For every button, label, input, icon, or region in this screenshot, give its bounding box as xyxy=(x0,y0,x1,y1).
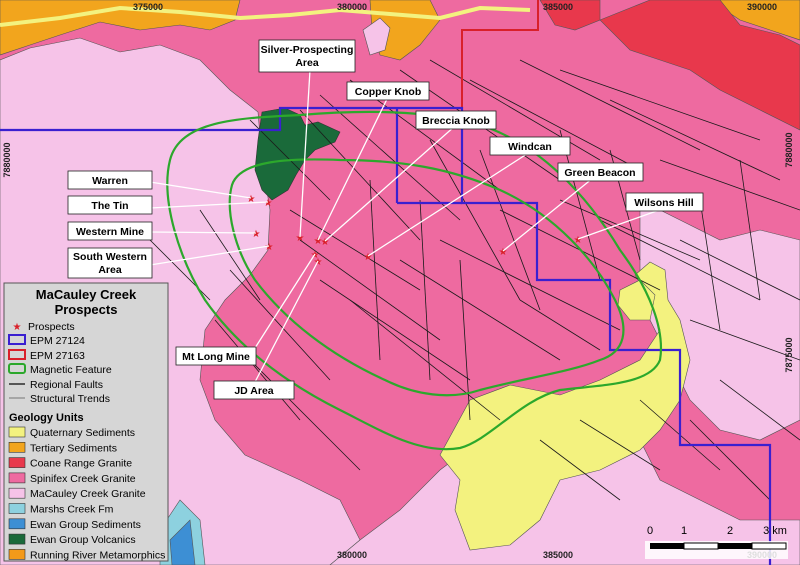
svg-text:390000: 390000 xyxy=(747,2,777,12)
geology-unit-label-4: MaCauley Creek Granite xyxy=(30,488,146,500)
legend-epm27163: EPM 27163 xyxy=(30,350,85,362)
svg-text:385000: 385000 xyxy=(543,2,573,12)
geology-unit-label-3: Spinifex Creek Granite xyxy=(30,473,136,485)
geology-swatch-3 xyxy=(8,472,26,484)
scale-3km: 3 km xyxy=(763,525,787,537)
legend: MaCauley Creek Prospects ★ Prospects EPM… xyxy=(3,282,169,562)
svg-text:Area: Area xyxy=(98,264,122,276)
legend-epm27124: EPM 27124 xyxy=(30,335,85,347)
star-western-mine: ★ xyxy=(252,229,261,240)
geology-swatch-7 xyxy=(8,533,26,545)
legend-prospects: Prospects xyxy=(28,321,75,333)
legend-faults: Regional Faults xyxy=(30,379,103,391)
label-warren: Warren xyxy=(67,170,153,190)
geology-unit-label-1: Tertiary Sediments xyxy=(30,442,117,454)
legend-trends: Structural Trends xyxy=(30,393,110,405)
geology-swatch-6 xyxy=(8,518,26,530)
geology-unit-label-6: Ewan Group Sediments xyxy=(30,519,141,531)
geology-unit-label-5: Marshs Creek Fm xyxy=(30,504,114,516)
svg-text:Western Mine: Western Mine xyxy=(76,226,144,238)
svg-text:Copper Knob: Copper Knob xyxy=(355,86,422,98)
scale-2: 2 xyxy=(727,525,733,537)
geology-unit-label-7: Ewan Group Volcanics xyxy=(30,534,136,546)
label-jd-area: JD Area xyxy=(213,380,295,400)
legend-geology-header: Geology Units xyxy=(9,412,84,424)
legend-title-1: MaCauley Creek xyxy=(36,287,137,302)
label-wilsons-hill: Wilsons Hill xyxy=(625,192,704,212)
label-copper-knob: Copper Knob xyxy=(346,81,430,101)
legend-title-2: Prospects xyxy=(55,302,118,317)
star-south-western: ★ xyxy=(265,242,274,253)
label-green-beacon: Green Beacon xyxy=(557,162,644,182)
label-breccia-knob: Breccia Knob xyxy=(415,110,497,130)
geology-swatch-0 xyxy=(8,426,26,438)
scale-0: 0 xyxy=(647,525,653,537)
svg-text:JD Area: JD Area xyxy=(234,385,273,397)
label-mt-long-mine: Mt Long Mine xyxy=(175,346,257,366)
svg-text:385000: 385000 xyxy=(543,550,573,560)
geology-unit-label-0: Quaternary Sediments xyxy=(30,427,135,439)
label-south-western-area: South Western Area xyxy=(67,247,153,279)
svg-text:Mt Long Mine: Mt Long Mine xyxy=(182,351,250,363)
svg-text:7880000: 7880000 xyxy=(2,142,12,177)
legend-magnetic: Magnetic Feature xyxy=(30,364,112,376)
geology-swatch-2 xyxy=(8,457,26,468)
geology-unit-label-8: Running River Metamorphics xyxy=(30,549,165,561)
svg-text:Wilsons Hill: Wilsons Hill xyxy=(634,197,693,209)
star-the-tin: ★ xyxy=(264,198,273,209)
svg-text:380000: 380000 xyxy=(337,2,367,12)
geology-swatch-8 xyxy=(8,549,26,560)
geology-swatch-1 xyxy=(8,441,26,453)
geology-swatch-4 xyxy=(8,487,26,499)
svg-text:7880000: 7880000 xyxy=(784,132,794,167)
svg-text:Warren: Warren xyxy=(92,175,128,187)
svg-text:Green Beacon: Green Beacon xyxy=(564,167,635,179)
label-silver-prospecting: Silver-Prospecting Area xyxy=(258,39,356,73)
geology-unit-label-2: Coane Range Granite xyxy=(30,458,132,470)
svg-text:The Tin: The Tin xyxy=(91,200,128,212)
label-western-mine: Western Mine xyxy=(67,221,153,241)
label-windcan: Windcan xyxy=(489,136,571,156)
svg-text:South Western: South Western xyxy=(73,251,147,263)
svg-text:Area: Area xyxy=(295,57,319,69)
svg-text:375000: 375000 xyxy=(133,2,163,12)
svg-text:Silver-Prospecting: Silver-Prospecting xyxy=(261,44,354,56)
geology-swatch-5 xyxy=(8,503,26,514)
svg-text:Breccia Knob: Breccia Knob xyxy=(422,115,490,127)
svg-text:7875000: 7875000 xyxy=(784,337,794,372)
scale-1: 1 xyxy=(681,525,687,537)
svg-text:380000: 380000 xyxy=(337,550,367,560)
geology-map: ★ ★ ★ ★ ★ ★ ★ ★ ★ ★ ★ ★ Silver-Prospecti… xyxy=(0,0,800,565)
svg-text:Windcan: Windcan xyxy=(508,141,552,153)
star-wilsons-hill: ★ xyxy=(574,235,583,246)
legend-star-icon: ★ xyxy=(13,322,22,333)
label-the-tin: The Tin xyxy=(67,195,153,215)
